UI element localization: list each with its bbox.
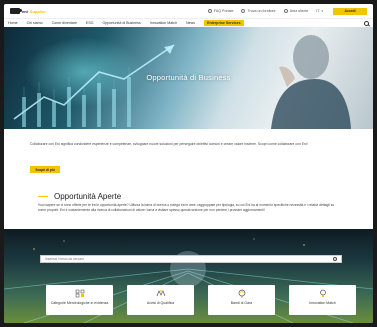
nav-item-chi-siamo[interactable]: Chi siamo — [27, 21, 43, 25]
intro-text: Collaborare con Eni significa condivider… — [30, 142, 308, 146]
utility-faq-link[interactable]: FAQ Portale — [207, 9, 233, 13]
nav-item-opportunita[interactable]: Opportunità di Business — [103, 21, 141, 25]
nav-item-innovation-match[interactable]: Innovation Match — [150, 21, 177, 25]
hero-banner: Opportunità di Business — [4, 27, 373, 129]
section-header: Opportunità Aperte — [38, 192, 121, 201]
categories-icon — [75, 289, 84, 298]
card-label: Avvisi di Qualifica — [146, 301, 175, 305]
card-label: Innovation Match — [309, 301, 336, 305]
opportunities-band: Inserisci il testo da cercare Categorie … — [4, 229, 373, 323]
search-icon[interactable] — [364, 20, 369, 26]
opportunity-search-input[interactable]: Inserisci il testo da cercare — [40, 255, 342, 263]
chevron-down-icon: ▾ — [321, 9, 323, 13]
browser-viewport: eni Supplier FAQ Portale Trova un fornit… — [4, 4, 373, 323]
category-cards: Categorie Merceologiche in evidenza Avvi… — [46, 285, 356, 315]
nav-item-home[interactable]: Home — [8, 21, 18, 25]
card-bandi-di-gara[interactable]: Bandi di Gara — [208, 285, 275, 315]
six-legged-dog-icon — [10, 8, 22, 14]
utility-links: FAQ Portale Trova un fornitore Area uten… — [207, 9, 323, 13]
language-selector[interactable]: IT ▾ — [316, 9, 323, 13]
user-icon — [283, 9, 288, 13]
person-icon — [241, 9, 246, 13]
card-innovation-match[interactable]: Innovation Match — [289, 285, 356, 315]
lightbulb-icon — [319, 289, 326, 297]
brand-suffix: Supplier — [29, 8, 46, 14]
search-placeholder: Inserisci il testo da cercare — [45, 257, 85, 261]
brand-name: eni — [22, 8, 28, 14]
nav-item-esg[interactable]: ESG — [86, 21, 94, 25]
section-title: Opportunità Aperte — [54, 192, 122, 201]
utility-user-area-link[interactable]: Area utente — [283, 9, 308, 13]
card-categorie-merceologiche[interactable]: Categorie Merceologiche in evidenza — [46, 285, 113, 315]
main-navigation: Home Chi siamo Come diventare ESG Opport… — [4, 18, 373, 27]
nav-item-enterprise-services[interactable]: Enterprise Services — [204, 20, 244, 26]
eni-logo[interactable]: eni Supplier — [10, 8, 46, 14]
card-avvisi-di-qualifica[interactable]: Avvisi di Qualifica — [127, 285, 194, 315]
nav-item-come-diventare[interactable]: Come diventare — [52, 21, 77, 25]
discover-more-button[interactable]: Scopri di più — [30, 166, 60, 173]
section-accent-bar — [38, 195, 48, 198]
tender-icon — [238, 289, 245, 298]
nav-item-news[interactable]: News — [186, 21, 195, 25]
login-button[interactable]: Accedi — [333, 7, 367, 15]
card-label: Categorie Merceologiche in evidenza — [50, 301, 109, 305]
utility-find-supplier-link[interactable]: Trova un fornitore — [241, 9, 276, 13]
qualification-icon — [156, 290, 165, 297]
section-description: Vuoi sapere se ci sono offerte per te tr… — [38, 203, 335, 212]
search-icon[interactable] — [333, 257, 337, 261]
utility-bar: eni Supplier FAQ Portale Trova un fornit… — [4, 4, 373, 18]
card-label: Bandi di Gara — [230, 301, 253, 305]
hero-title: Opportunità di Business — [146, 73, 231, 82]
info-icon — [207, 9, 212, 13]
